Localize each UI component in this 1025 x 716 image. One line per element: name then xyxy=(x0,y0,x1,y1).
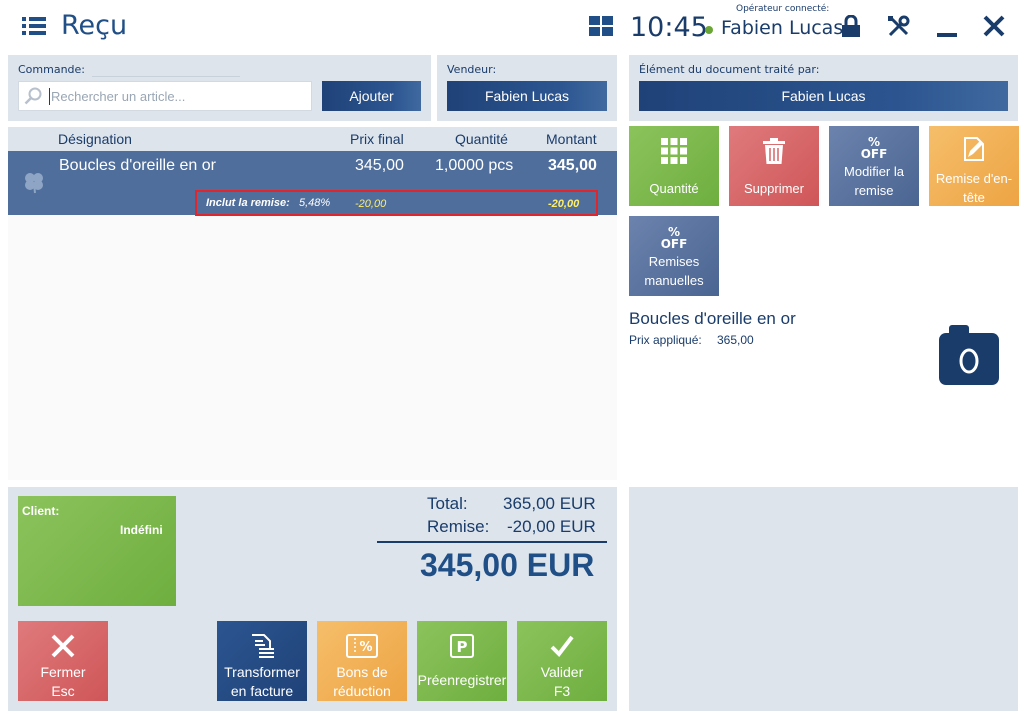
vouchers-button-label-line2: réduction xyxy=(333,683,391,699)
seller-caption: Vendeur: xyxy=(447,63,497,76)
applied-price-label: Prix appliqué: xyxy=(629,333,702,347)
vouchers-button-label-line1: Bons de xyxy=(336,664,388,680)
total-label: Total: xyxy=(427,494,468,513)
parking-icon: P xyxy=(450,631,474,661)
off-glyph: OFF xyxy=(860,147,888,161)
grand-total: 345,00 EUR xyxy=(420,547,595,583)
close-receipt-button[interactable]: Fermer Esc xyxy=(18,621,108,701)
menu-icon[interactable] xyxy=(22,16,46,36)
validate-button[interactable]: Valider F3 xyxy=(517,621,607,701)
tools-icon[interactable] xyxy=(887,15,911,37)
percent-off-icon: % OFF xyxy=(661,226,688,250)
trash-icon xyxy=(762,138,786,169)
discount-total: -20,00 xyxy=(548,198,580,210)
order-field-underline xyxy=(92,76,240,77)
item-name: Boucles d'oreille en or xyxy=(59,157,216,174)
edit-discount-button[interactable]: % OFF Modifier la remise xyxy=(829,126,919,206)
online-status-icon xyxy=(705,26,713,34)
quantity-button-label: Quantité xyxy=(649,181,699,196)
item-quantity: 1,0000 pcs xyxy=(435,157,514,174)
header-discount-label-line1: Remise d'en- xyxy=(935,171,1013,186)
discount-percent: 5,48% xyxy=(299,197,331,209)
convert-to-invoice-button[interactable]: Transformer en facture xyxy=(217,621,307,701)
minimize-icon[interactable] xyxy=(937,33,957,37)
search-caret xyxy=(49,88,50,105)
page-title: Reçu xyxy=(61,10,128,41)
percent-off-icon: % OFF xyxy=(861,136,888,160)
manual-discounts-button[interactable]: % OFF Remises manuelles xyxy=(629,216,719,296)
camera-icon[interactable] xyxy=(939,325,999,385)
off-glyph: OFF xyxy=(660,237,688,251)
right-bottom-panel xyxy=(629,487,1018,711)
svg-text:%: % xyxy=(359,640,372,655)
close-button-shortcut: Esc xyxy=(51,683,75,699)
column-header-designation[interactable]: Désignation xyxy=(58,131,132,147)
vouchers-button[interactable]: % Bons de réduction xyxy=(317,621,407,701)
add-button[interactable]: Ajouter xyxy=(322,81,421,111)
order-caption: Commande: xyxy=(18,63,86,76)
item-amount: 345,00 xyxy=(548,157,597,174)
validate-button-label: Valider xyxy=(540,664,584,680)
discount-sum-label: Remise: xyxy=(427,517,490,536)
quantity-button[interactable]: Quantité xyxy=(629,126,719,206)
delete-button-label: Supprimer xyxy=(744,181,804,196)
header-discount-button[interactable]: Remise d'en- tête xyxy=(929,126,1019,206)
search-icon xyxy=(24,87,42,105)
discount-sum-value: -20,00 EUR xyxy=(507,517,596,536)
manual-discounts-label-line2: manuelles xyxy=(644,273,704,288)
clover-icon xyxy=(22,170,46,194)
close-icon[interactable] xyxy=(983,15,1005,37)
total-value: 365,00 EUR xyxy=(503,494,596,513)
invoice-button-label-line1: Transformer xyxy=(224,664,300,680)
edit-discount-label-line1: Modifier la xyxy=(844,164,904,179)
search-input[interactable] xyxy=(51,83,309,109)
edit-document-icon xyxy=(962,136,986,167)
processed-by-button[interactable]: Fabien Lucas xyxy=(639,81,1008,111)
close-x-icon xyxy=(51,631,75,661)
invoice-icon xyxy=(249,631,275,661)
column-header-quantity[interactable]: Quantité xyxy=(455,131,508,147)
applied-price-value: 365,00 xyxy=(717,333,754,347)
seller-button[interactable]: Fabien Lucas xyxy=(447,81,607,111)
manual-discounts-label-line1: Remises xyxy=(648,254,700,269)
delete-button[interactable]: Supprimer xyxy=(729,126,819,206)
header-discount-label-line2: tête xyxy=(963,190,985,205)
discount-label: Inclut la remise: xyxy=(206,197,290,209)
svg-text:P: P xyxy=(457,638,468,656)
lock-icon[interactable] xyxy=(841,14,861,37)
preregister-button[interactable]: P Préenregistrer xyxy=(417,621,507,701)
client-value: Indéfini xyxy=(120,523,163,537)
grid-icon xyxy=(661,138,687,169)
close-button-label: Fermer xyxy=(40,664,86,680)
invoice-button-label-line2: en facture xyxy=(230,683,294,699)
operator-name: Fabien Lucas xyxy=(721,17,844,39)
voucher-percent-icon: % xyxy=(346,631,378,661)
operator-caption: Opérateur connecté: xyxy=(736,4,830,14)
item-final-price: 345,00 xyxy=(355,157,404,174)
edit-discount-label-line2: remise xyxy=(854,183,894,198)
validate-button-shortcut: F3 xyxy=(553,683,571,699)
discount-value: -20,00 xyxy=(355,198,387,210)
column-header-final-price[interactable]: Prix final xyxy=(350,131,404,147)
preregister-button-label: Préenregistrer xyxy=(417,672,507,688)
selected-item-name: Boucles d'oreille en or xyxy=(629,309,796,328)
checkmark-icon xyxy=(550,631,574,661)
processed-by-caption: Élément du document traité par: xyxy=(639,63,820,76)
column-header-amount[interactable]: Montant xyxy=(546,131,597,147)
layout-icon[interactable] xyxy=(589,16,613,36)
clock: 10:45 xyxy=(630,12,708,43)
client-label: Client: xyxy=(22,504,60,518)
summary-divider xyxy=(377,541,607,543)
